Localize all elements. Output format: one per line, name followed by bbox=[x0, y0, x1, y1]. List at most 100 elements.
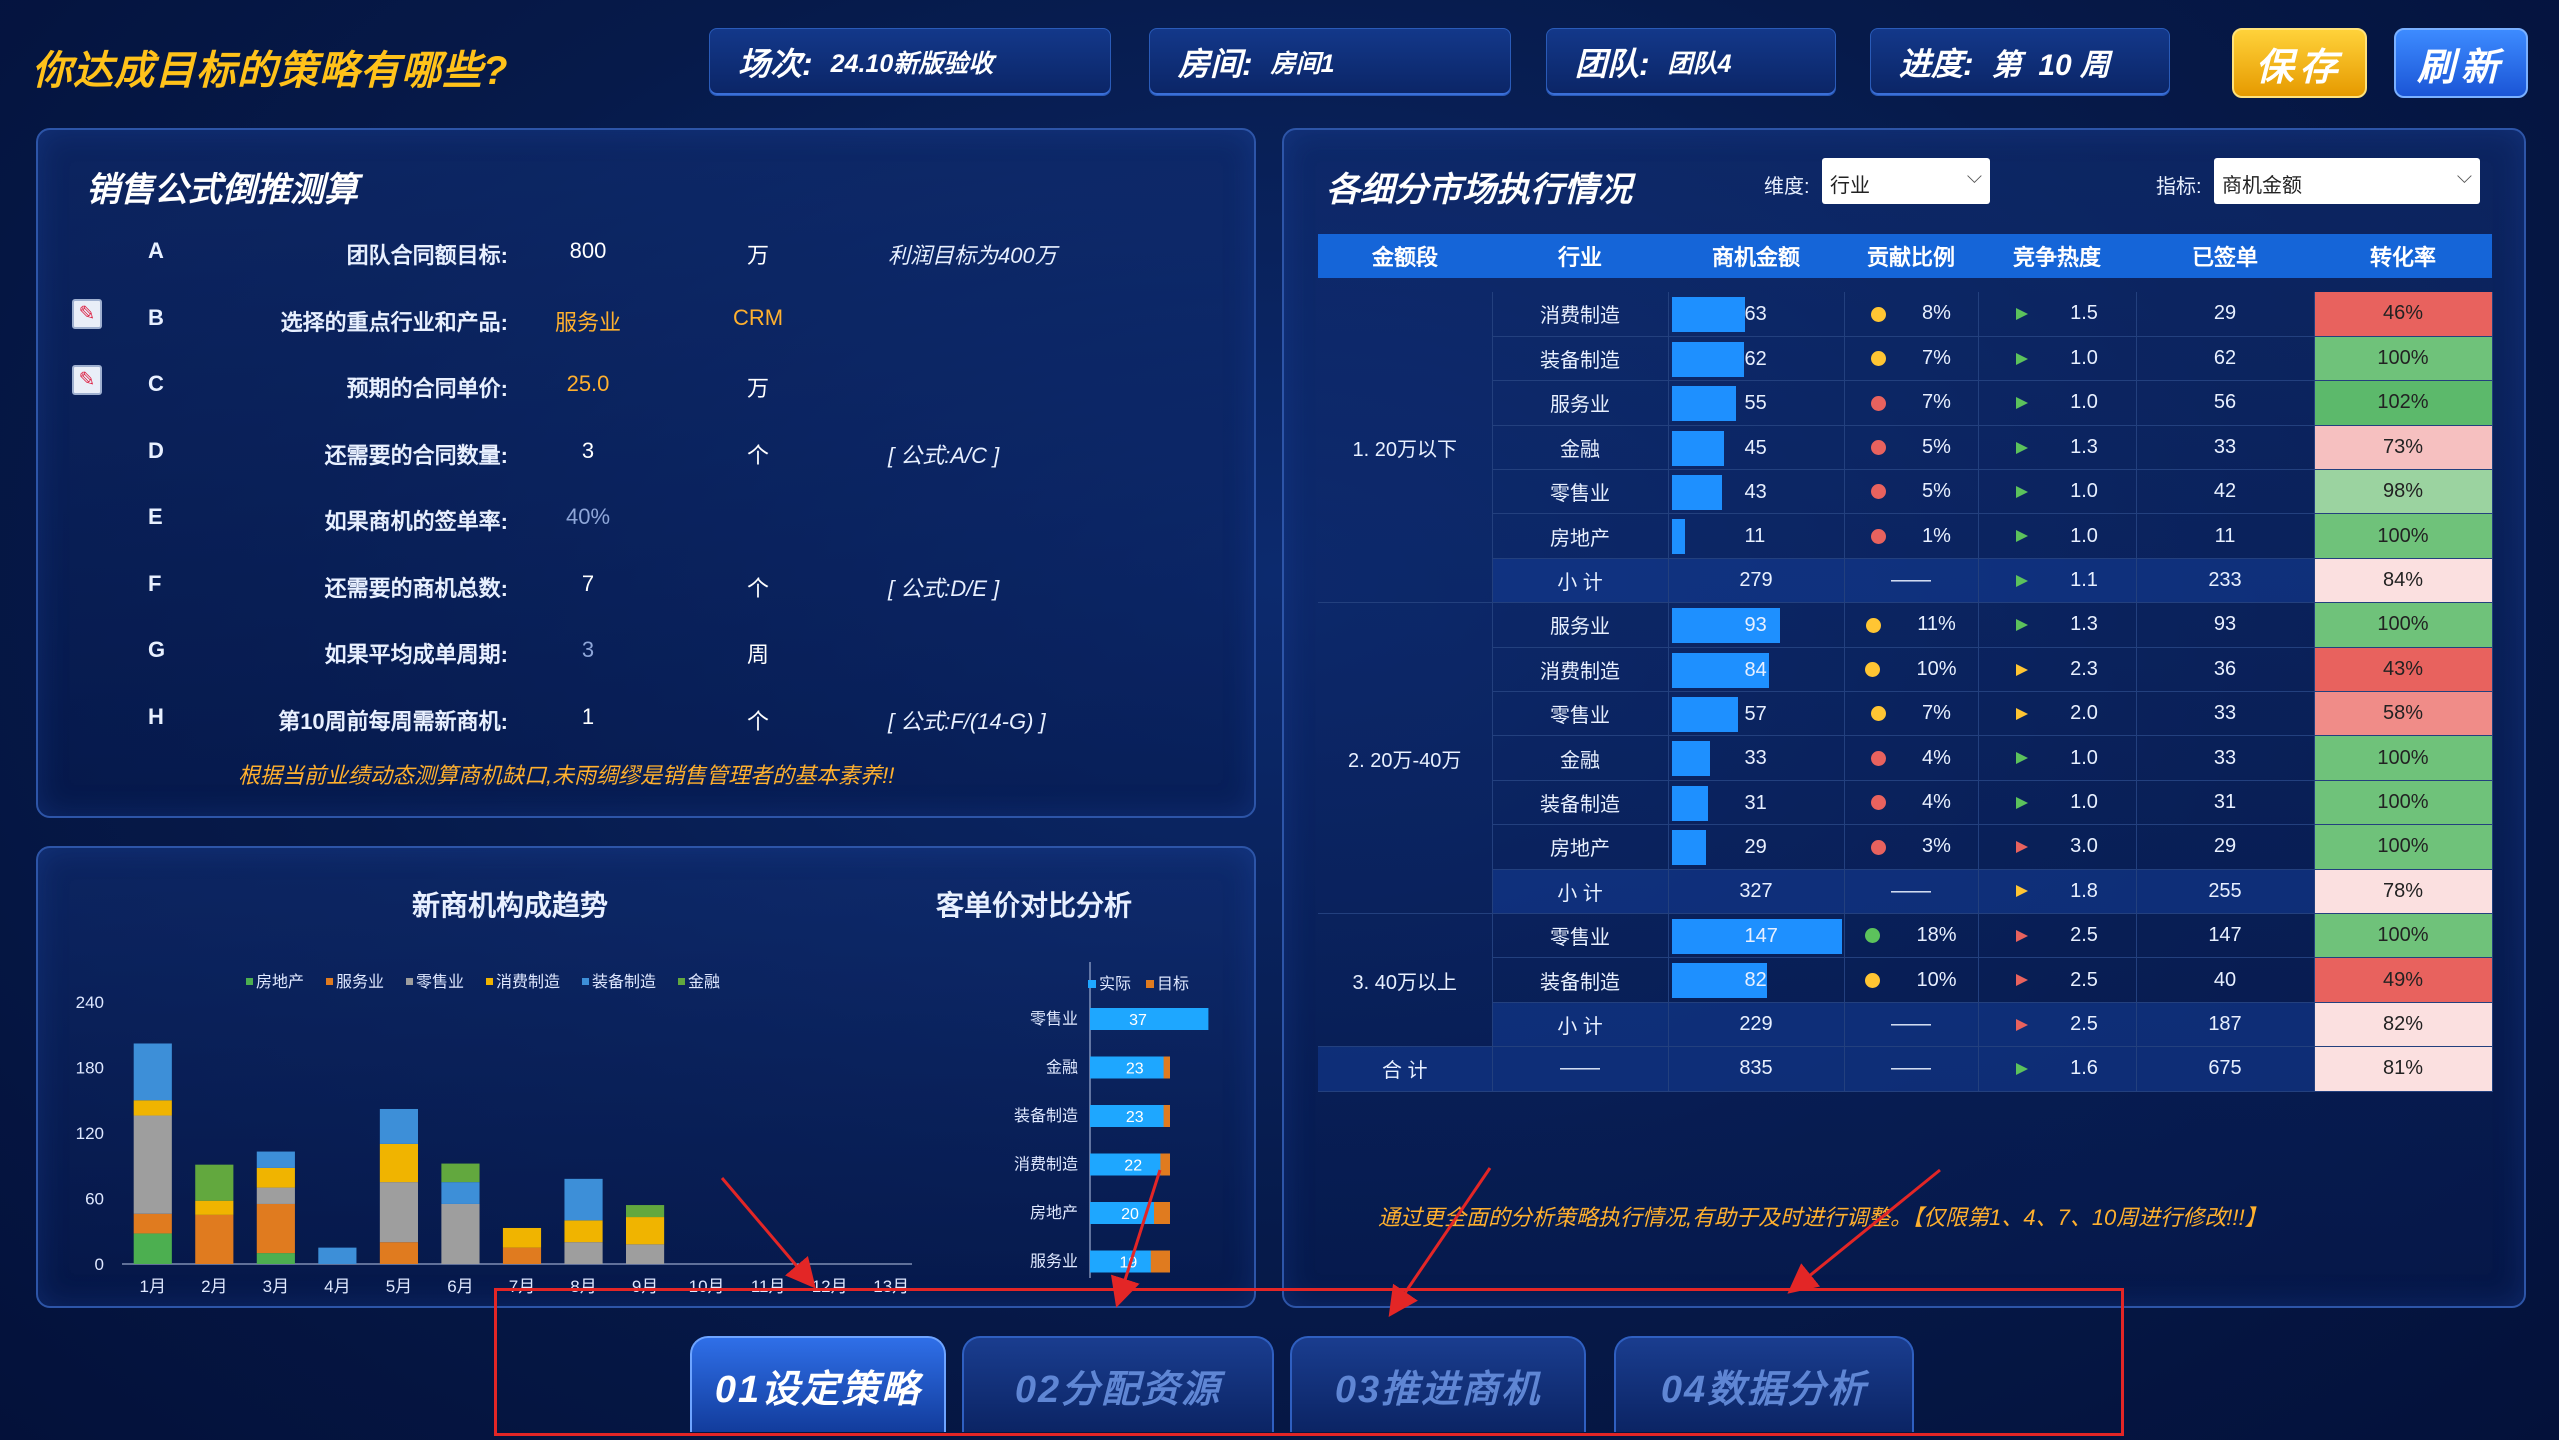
table-row: 1. 20万以下 消费制造 63 8% 1.5 29 46% bbox=[1318, 292, 2493, 604]
subtotal-row: 小 计 229 —— 2.5 187 82% bbox=[1318, 1002, 2493, 1048]
session-label: 场次: bbox=[738, 46, 813, 82]
flag-icon bbox=[2016, 574, 2029, 587]
flag-icon bbox=[2016, 530, 2029, 543]
conversion-cell: 100% bbox=[2314, 513, 2493, 559]
row-value[interactable]: 服务业 bbox=[528, 305, 648, 337]
share-cell: 10% bbox=[1844, 957, 1979, 1003]
bar-value-label: 23 bbox=[1126, 1061, 1144, 1078]
formula-title: 销售公式倒推测算 bbox=[86, 171, 358, 209]
category-label: 零售业 bbox=[1030, 1010, 1078, 1028]
conversion-cell: 102% bbox=[2314, 380, 2493, 426]
subtotal-conversion: 82% bbox=[2314, 1002, 2493, 1048]
amount-bar bbox=[1671, 386, 1736, 422]
subtotal-heat: 2.5 bbox=[2070, 1012, 2098, 1035]
amount-bar bbox=[1671, 341, 1744, 377]
bar-segment bbox=[441, 1163, 480, 1183]
flag-icon bbox=[2016, 397, 2029, 410]
industry-cell: 服务业 bbox=[1492, 602, 1669, 648]
row-label: 还需要的商机总数: bbox=[324, 575, 508, 601]
formula-row: A 团队合同额目标: 800 万 利润目标为400万 bbox=[38, 230, 1288, 270]
refresh-button[interactable]: 刷新 bbox=[2394, 28, 2528, 98]
table-row: 零售业 57 7% 2.0 33 58% bbox=[1318, 691, 2493, 737]
table-row: 消费制造 84 10% 2.3 36 43% bbox=[1318, 647, 2493, 693]
industry-cell: 房地产 bbox=[1492, 513, 1669, 559]
industry-cell: 零售业 bbox=[1492, 691, 1669, 737]
heat-value: 1.0 bbox=[2070, 391, 2098, 414]
amount-cell: 84 bbox=[1668, 647, 1845, 693]
tab-advance-opportunities[interactable]: 03推进商机 bbox=[1290, 1336, 1586, 1432]
heat-cell: 1.0 bbox=[1978, 380, 2137, 426]
tab-data-analysis[interactable]: 04数据分析 bbox=[1614, 1336, 1914, 1432]
charts-panel: 新商机构成趋势 客单价对比分析 0 60 120 180 240 1月 2月 3月 4月 5月 6月… bbox=[36, 846, 1256, 1308]
share-value: 1% bbox=[1922, 524, 1951, 547]
y-tick-label: 240 bbox=[76, 993, 104, 1012]
row-value: 3 bbox=[581, 637, 595, 662]
status-dot-icon bbox=[1865, 928, 1881, 944]
row-code: F bbox=[148, 570, 162, 596]
save-button[interactable]: 保存 bbox=[2232, 28, 2367, 98]
status-dot-icon bbox=[1871, 440, 1887, 456]
conversion-cell: 100% bbox=[2314, 780, 2493, 826]
column-header: 商机金额 bbox=[1668, 234, 1844, 278]
row-value[interactable]: 25.0 bbox=[528, 371, 648, 397]
status-dot-icon bbox=[1866, 617, 1882, 633]
room-label: 房间: bbox=[1178, 46, 1253, 82]
conversion-cell: 100% bbox=[2314, 336, 2493, 382]
subtotal-heat: 1.8 bbox=[2070, 879, 2098, 902]
total-label: 合 计 bbox=[1318, 1046, 1493, 1092]
row-unit: 万 bbox=[746, 376, 769, 401]
room-value: 房间1 bbox=[1270, 50, 1335, 78]
bar-segment bbox=[564, 1242, 603, 1264]
session-value: 24.10新版验收 bbox=[830, 50, 994, 78]
segment-cell: 3. 40万以上 bbox=[1318, 913, 1493, 1048]
status-dot-icon bbox=[1871, 706, 1887, 722]
row-note: [ 公式:A/C ] bbox=[888, 442, 1000, 468]
category-label: 金融 bbox=[1046, 1059, 1078, 1077]
amount-cell: 43 bbox=[1668, 469, 1845, 515]
table-row: 房地产 11 1% 1.0 11 100% bbox=[1318, 513, 2493, 559]
price-chart-title: 客单价对比分析 bbox=[936, 890, 1133, 921]
flag-icon bbox=[2016, 485, 2029, 498]
heat-cell: 2.0 bbox=[1978, 691, 2137, 737]
flag-icon bbox=[2016, 841, 2029, 854]
share-cell: 7% bbox=[1844, 336, 1979, 382]
category-label: 服务业 bbox=[1030, 1253, 1078, 1271]
total-signed: 675 bbox=[2136, 1046, 2315, 1092]
bar-segment bbox=[195, 1164, 234, 1201]
heat-cell: 1.0 bbox=[1978, 513, 2137, 559]
metric-select[interactable]: 商机金额 ⌵ bbox=[2214, 158, 2480, 204]
x-tick-label: 3月 bbox=[263, 1277, 289, 1296]
signed-cell: 36 bbox=[2136, 647, 2315, 693]
column-header: 金额段 bbox=[1318, 234, 1492, 278]
amount-bar bbox=[1671, 697, 1738, 733]
signed-cell: 93 bbox=[2136, 602, 2315, 648]
edit-icon[interactable]: ✎ bbox=[72, 298, 102, 329]
tab-set-strategy[interactable]: 01设定策略 bbox=[690, 1336, 946, 1432]
x-tick-label: 1月 bbox=[140, 1277, 166, 1296]
subtotal-amount: 327 bbox=[1668, 869, 1845, 914]
status-dot-icon bbox=[1871, 839, 1887, 855]
legend-swatch bbox=[1088, 980, 1096, 988]
team-label: 团队: bbox=[1575, 46, 1650, 82]
share-cell: 1% bbox=[1844, 513, 1979, 559]
trend-chart: 0601201802401月 2月 3月 4月 5月 6月 7月 8月 9月 10月 11月 12月 1… bbox=[76, 973, 912, 1296]
edit-icon[interactable]: ✎ bbox=[72, 365, 102, 395]
status-dot-icon bbox=[1871, 395, 1887, 411]
tab-allocate-resources[interactable]: 02分配资源 bbox=[962, 1336, 1274, 1432]
formula-row: E 如果商机的签单率: 40% bbox=[38, 496, 1288, 536]
row-label: 如果商机的签单率: bbox=[324, 509, 508, 534]
row-value: 7 bbox=[581, 570, 595, 596]
subtotal-heat: 1.1 bbox=[2070, 569, 2098, 592]
dimension-select[interactable]: 行业 ⌵ bbox=[1822, 158, 1990, 204]
signed-cell: 40 bbox=[2136, 957, 2315, 1003]
subtotal-label: 小 计 bbox=[1492, 1002, 1669, 1048]
bar-segment bbox=[256, 1203, 295, 1254]
subtotal-signed: 255 bbox=[2136, 869, 2315, 914]
total-amount: 835 bbox=[1668, 1046, 1845, 1092]
market-table-wrap: 金额段 行业 商机金额 贡献比例 竞争热度 已签单 转化率 1. 20万以下 消费制造 63 8%… bbox=[1318, 234, 2493, 1092]
subtotal-share: —— bbox=[1844, 1002, 1979, 1048]
signed-cell: 56 bbox=[2136, 380, 2315, 426]
amount-cell: 82 bbox=[1668, 957, 1845, 1003]
formula-row: D 还需要的合同数量: 3 个 [ 公式:A/C ] bbox=[38, 430, 1288, 470]
bar-segment bbox=[502, 1247, 542, 1264]
